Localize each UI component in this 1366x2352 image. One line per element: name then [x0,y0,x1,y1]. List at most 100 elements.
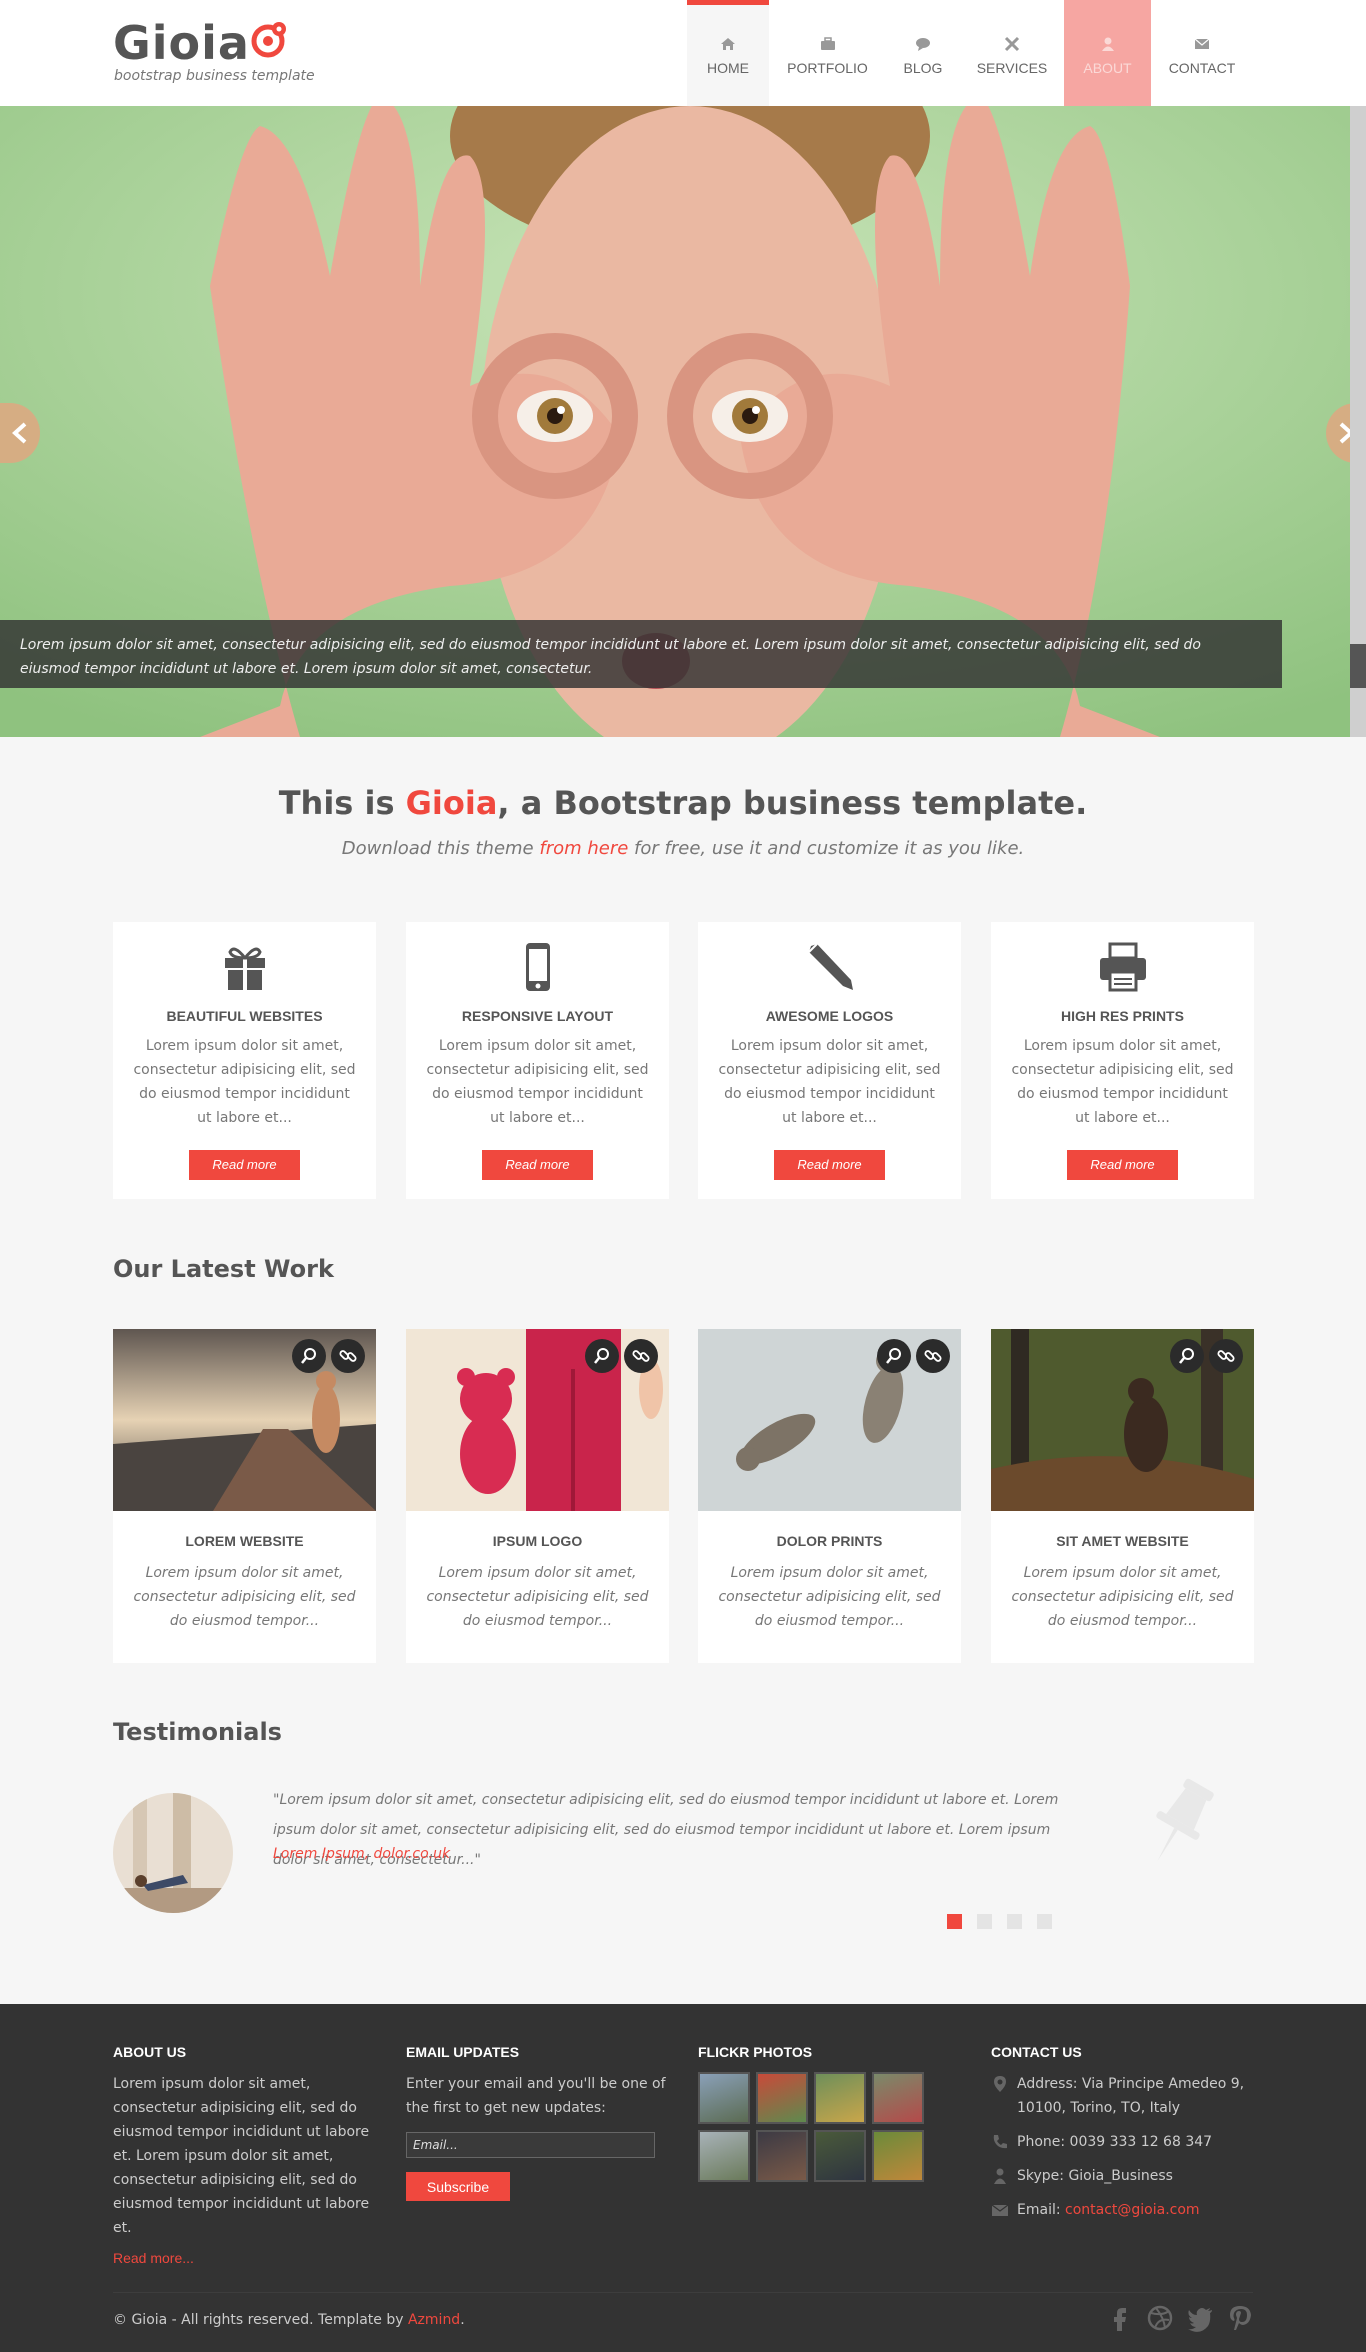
azmind-link[interactable]: Azmind [408,2312,460,2328]
skype-text: Skype: Gioia_Business [1017,2168,1173,2184]
nav-contact[interactable]: CONTACT [1151,0,1253,106]
flickr-photo[interactable] [872,2072,924,2124]
search-icon [594,1348,609,1364]
slider-scrollbar[interactable] [1350,106,1366,737]
contact-email: Email: contact@gioia.com [991,2198,1254,2222]
read-more-button[interactable]: Read more [482,1150,593,1180]
link-button[interactable] [331,1339,365,1373]
feature-card: BEAUTIFUL WEBSITES Lorem ipsum dolor sit… [113,922,376,1199]
feature-text: Lorem ipsum dolor sit amet, consectetur … [1011,1038,1234,1126]
testimonial-pagination [947,1914,1052,1929]
flickr-photo[interactable] [814,2130,866,2182]
link-icon [1217,1350,1235,1362]
address-text: Address: Via Principe Amedeo 9, 10100, T… [1017,2076,1245,2116]
search-icon [886,1348,901,1364]
testimonials-title: Testimonials [113,1718,282,1746]
nav-services[interactable]: SERVICES [960,0,1064,106]
copyright-before: © Gioia - All rights reserved. Template … [113,2312,408,2328]
footer-flickr-title: FLICKR PHOTOS [698,2044,813,2060]
link-button[interactable] [1209,1339,1243,1373]
email-label: Email: [1017,2202,1066,2218]
email-link[interactable]: contact@gioia.com [1065,2202,1200,2218]
flickr-photo[interactable] [698,2072,750,2124]
pushpin-icon [1156,1778,1214,1861]
intro-title: This is Gioia, a Bootstrap business temp… [0,784,1366,822]
work-card[interactable]: IPSUM LOGO Lorem ipsum dolor sit amet, c… [406,1329,669,1663]
nav-blog[interactable]: BLOG [886,0,960,106]
link-icon [924,1350,942,1362]
link-button[interactable] [624,1339,658,1373]
logo[interactable]: Gioia bootstrap business template [113,16,315,84]
zoom-button[interactable] [1170,1339,1204,1373]
tools-icon [1004,36,1020,52]
pagination-dot[interactable] [1037,1914,1052,1929]
hero-slider: Lorem ipsum dolor sit amet, consectetur … [0,106,1366,737]
download-link[interactable]: from here [539,838,628,859]
work-card[interactable]: DOLOR PRINTS Lorem ipsum dolor sit amet,… [698,1329,961,1663]
work-card[interactable]: LOREM WEBSITE Lorem ipsum dolor sit amet… [113,1329,376,1663]
nav-portfolio[interactable]: PORTFOLIO [769,0,886,106]
footer-about: ABOUT US Lorem ipsum dolor sit amet, con… [113,2044,376,2266]
work-card[interactable]: SIT AMET WEBSITE Lorem ipsum dolor sit a… [991,1329,1254,1663]
slider-caption: Lorem ipsum dolor sit amet, consectetur … [0,620,1282,688]
flickr-photo[interactable] [698,2130,750,2182]
dribbble-icon[interactable] [1146,2304,1174,2332]
zoom-button[interactable] [877,1339,911,1373]
facebook-icon[interactable] [1106,2304,1134,2332]
read-more-button[interactable]: Read more [1067,1150,1178,1180]
scrollbar-thumb[interactable] [1350,644,1366,688]
work-title: IPSUM LOGO [492,1533,583,1549]
briefcase-icon [820,37,835,50]
pagination-dot[interactable] [947,1914,962,1929]
testimonial-avatar [113,1793,233,1913]
intro-subtitle: Download this theme from here for free, … [0,838,1366,859]
feature-text: Lorem ipsum dolor sit amet, consectetur … [426,1038,649,1126]
footer-contact: CONTACT US Address: Via Principe Amedeo … [991,2044,1254,2232]
pinterest-icon[interactable] [1226,2304,1254,2332]
pagination-dot[interactable] [977,1914,992,1929]
flickr-photo[interactable] [756,2072,808,2124]
feature-text: Lorem ipsum dolor sit amet, consectetur … [133,1038,356,1126]
twitter-icon[interactable] [1186,2304,1214,2332]
chevron-left-icon [12,422,27,444]
user-icon [994,2168,1006,2184]
link-icon [632,1350,650,1362]
main-nav: HOME PORTFOLIO BLOG SERVICES ABOUT CONTA… [687,0,1253,106]
feature-title: AWESOME LOGOS [765,1008,894,1024]
link-button[interactable] [916,1339,950,1373]
flickr-photo[interactable] [872,2130,924,2182]
email-input[interactable] [406,2132,655,2158]
flickr-photo[interactable] [756,2130,808,2182]
feature-title: HIGH RES PRINTS [1061,1008,1184,1024]
testimonial-author[interactable]: Lorem Ipsum, dolor.co.uk [273,1846,450,1862]
feature-text: Lorem ipsum dolor sit amet, consectetur … [718,1038,941,1126]
footer-flickr: FLICKR PHOTOS [698,2044,961,2182]
envelope-icon [1194,38,1210,49]
read-more-button[interactable]: Read more [774,1150,885,1180]
footer-read-more-link[interactable]: Read more... [113,2250,376,2266]
mobile-phone-icon [526,943,550,991]
logo-mark-icon [251,22,286,58]
logo-title: Gioia [113,16,250,70]
zoom-button[interactable] [585,1339,619,1373]
phone-icon [993,2135,1007,2149]
work-title: SIT AMET WEBSITE [1056,1533,1189,1549]
zoom-button[interactable] [292,1339,326,1373]
nav-home[interactable]: HOME [687,0,769,106]
copyright-after: . [460,2312,465,2328]
feature-title: BEAUTIFUL WEBSITES [166,1008,323,1024]
footer-about-text: Lorem ipsum dolor sit amet, consectetur … [113,2076,370,2236]
subscribe-button[interactable]: Subscribe [406,2172,510,2201]
phone-text: Phone: 0039 333 12 68 347 [1017,2134,1213,2150]
work-text: Lorem ipsum dolor sit amet, consectetur … [718,1565,941,1629]
home-icon [721,38,735,50]
feature-card: HIGH RES PRINTS Lorem ipsum dolor sit am… [991,922,1254,1199]
intro-title-before: This is [278,784,406,822]
nav-about[interactable]: ABOUT [1064,0,1151,106]
flickr-photo[interactable] [814,2072,866,2124]
site-footer: ABOUT US Lorem ipsum dolor sit amet, con… [0,2004,1366,2352]
pagination-dot[interactable] [1007,1914,1022,1929]
link-icon [339,1350,357,1362]
footer-divider [113,2292,1253,2293]
read-more-button[interactable]: Read more [189,1150,300,1180]
